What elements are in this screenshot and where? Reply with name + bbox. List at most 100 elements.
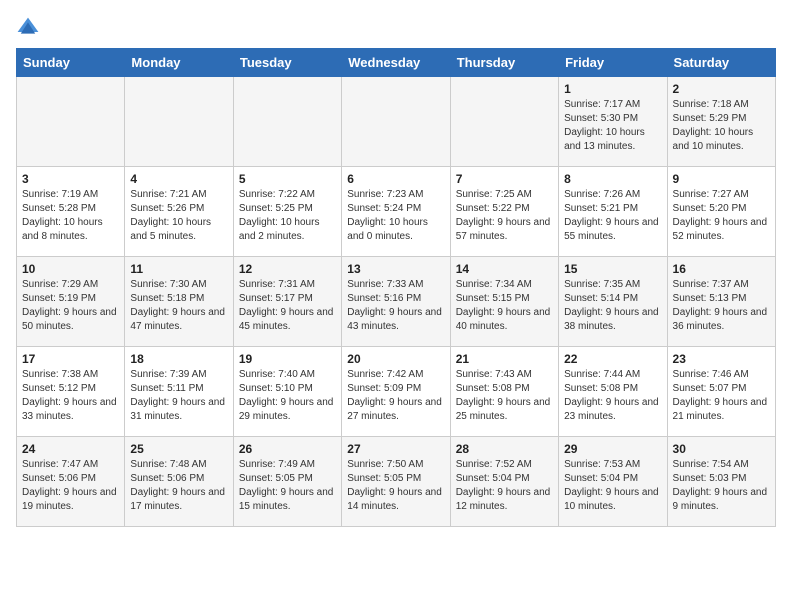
- calendar-cell: 22 Sunrise: 7:44 AM Sunset: 5:08 PM Dayli…: [559, 347, 667, 437]
- calendar-table: SundayMondayTuesdayWednesdayThursdayFrid…: [16, 48, 776, 527]
- calendar-cell: 12 Sunrise: 7:31 AM Sunset: 5:17 PM Dayli…: [233, 257, 341, 347]
- day-info: Sunrise: 7:53 AM Sunset: 5:04 PM Dayligh…: [564, 458, 661, 514]
- day-number: 9: [673, 172, 770, 186]
- weekday-header-friday: Friday: [559, 49, 667, 77]
- calendar-cell: 10 Sunrise: 7:29 AM Sunset: 5:19 PM Dayli…: [17, 257, 125, 347]
- calendar-cell: 19Sunrise: 7:40 AM Sunset: 5:10 PM Dayli…: [233, 347, 341, 437]
- day-info: Sunrise: 7:44 AM Sunset: 5:08 PM Dayligh…: [564, 368, 661, 424]
- day-number: 10: [22, 262, 119, 276]
- calendar-cell: 28 Sunrise: 7:52 AM Sunset: 5:04 PM Dayli…: [450, 437, 558, 527]
- day-number: 28: [456, 442, 553, 456]
- day-info: Sunrise: 7:30 AM Sunset: 5:18 PM Dayligh…: [130, 278, 227, 334]
- calendar-cell: [125, 77, 233, 167]
- day-number: 16: [673, 262, 770, 276]
- calendar-cell: [450, 77, 558, 167]
- day-info: Sunrise: 7:49 AM Sunset: 5:05 PM Dayligh…: [239, 458, 336, 514]
- day-number: 13: [347, 262, 444, 276]
- day-info: Sunrise: 7:22 AM Sunset: 5:25 PM Dayligh…: [239, 188, 336, 244]
- calendar-cell: 24 Sunrise: 7:47 AM Sunset: 5:06 PM Dayli…: [17, 437, 125, 527]
- weekday-header-sunday: Sunday: [17, 49, 125, 77]
- day-info: Sunrise: 7:34 AM Sunset: 5:15 PM Dayligh…: [456, 278, 553, 334]
- day-info: Sunrise: 7:39 AM Sunset: 5:11 PM Dayligh…: [130, 368, 227, 424]
- day-info: Sunrise: 7:54 AM Sunset: 5:03 PM Dayligh…: [673, 458, 770, 514]
- day-info: Sunrise: 7:46 AM Sunset: 5:07 PM Dayligh…: [673, 368, 770, 424]
- day-info: Sunrise: 7:35 AM Sunset: 5:14 PM Dayligh…: [564, 278, 661, 334]
- day-number: 17: [22, 352, 119, 366]
- day-info: Sunrise: 7:42 AM Sunset: 5:09 PM Dayligh…: [347, 368, 444, 424]
- calendar-cell: 13 Sunrise: 7:33 AM Sunset: 5:16 PM Dayli…: [342, 257, 450, 347]
- logo: [16, 16, 44, 40]
- day-number: 18: [130, 352, 227, 366]
- day-info: Sunrise: 7:50 AM Sunset: 5:05 PM Dayligh…: [347, 458, 444, 514]
- day-info: Sunrise: 7:26 AM Sunset: 5:21 PM Dayligh…: [564, 188, 661, 244]
- calendar-cell: 18 Sunrise: 7:39 AM Sunset: 5:11 PM Dayli…: [125, 347, 233, 437]
- weekday-header-saturday: Saturday: [667, 49, 775, 77]
- day-number: 4: [130, 172, 227, 186]
- calendar-cell: 7 Sunrise: 7:25 AM Sunset: 5:22 PM Daylig…: [450, 167, 558, 257]
- day-info: Sunrise: 7:23 AM Sunset: 5:24 PM Dayligh…: [347, 188, 444, 244]
- calendar-cell: 11 Sunrise: 7:30 AM Sunset: 5:18 PM Dayli…: [125, 257, 233, 347]
- calendar-cell: 8 Sunrise: 7:26 AM Sunset: 5:21 PM Daylig…: [559, 167, 667, 257]
- day-info: Sunrise: 7:48 AM Sunset: 5:06 PM Dayligh…: [130, 458, 227, 514]
- day-number: 25: [130, 442, 227, 456]
- day-info: Sunrise: 7:31 AM Sunset: 5:17 PM Dayligh…: [239, 278, 336, 334]
- day-info: Sunrise: 7:17 AM Sunset: 5:30 PM Dayligh…: [564, 98, 661, 154]
- calendar-cell: 27 Sunrise: 7:50 AM Sunset: 5:05 PM Dayli…: [342, 437, 450, 527]
- day-number: 7: [456, 172, 553, 186]
- day-number: 1: [564, 82, 661, 96]
- day-info: Sunrise: 7:27 AM Sunset: 5:20 PM Dayligh…: [673, 188, 770, 244]
- weekday-header-monday: Monday: [125, 49, 233, 77]
- calendar-cell: [342, 77, 450, 167]
- day-info: Sunrise: 7:40 AM Sunset: 5:10 PM Dayligh…: [239, 368, 336, 424]
- day-number: 24: [22, 442, 119, 456]
- day-info: Sunrise: 7:47 AM Sunset: 5:06 PM Dayligh…: [22, 458, 119, 514]
- day-info: Sunrise: 7:18 AM Sunset: 5:29 PM Dayligh…: [673, 98, 770, 154]
- weekday-header-tuesday: Tuesday: [233, 49, 341, 77]
- day-number: 22: [564, 352, 661, 366]
- day-number: 15: [564, 262, 661, 276]
- calendar-cell: [233, 77, 341, 167]
- calendar-cell: [17, 77, 125, 167]
- day-number: 30: [673, 442, 770, 456]
- calendar-cell: 29 Sunrise: 7:53 AM Sunset: 5:04 PM Dayli…: [559, 437, 667, 527]
- calendar-cell: 26 Sunrise: 7:49 AM Sunset: 5:05 PM Dayli…: [233, 437, 341, 527]
- calendar-cell: 20 Sunrise: 7:42 AM Sunset: 5:09 PM Dayli…: [342, 347, 450, 437]
- day-info: Sunrise: 7:21 AM Sunset: 5:26 PM Dayligh…: [130, 188, 227, 244]
- day-info: Sunrise: 7:29 AM Sunset: 5:19 PM Dayligh…: [22, 278, 119, 334]
- day-number: 29: [564, 442, 661, 456]
- calendar-cell: 21 Sunrise: 7:43 AM Sunset: 5:08 PM Dayli…: [450, 347, 558, 437]
- day-info: Sunrise: 7:25 AM Sunset: 5:22 PM Dayligh…: [456, 188, 553, 244]
- calendar-cell: 4 Sunrise: 7:21 AM Sunset: 5:26 PM Daylig…: [125, 167, 233, 257]
- day-number: 20: [347, 352, 444, 366]
- calendar-cell: 2 Sunrise: 7:18 AM Sunset: 5:29 PM Daylig…: [667, 77, 775, 167]
- weekday-header-wednesday: Wednesday: [342, 49, 450, 77]
- day-info: Sunrise: 7:19 AM Sunset: 5:28 PM Dayligh…: [22, 188, 119, 244]
- calendar-cell: 1 Sunrise: 7:17 AM Sunset: 5:30 PM Daylig…: [559, 77, 667, 167]
- calendar-cell: 16 Sunrise: 7:37 AM Sunset: 5:13 PM Dayli…: [667, 257, 775, 347]
- calendar-cell: 3 Sunrise: 7:19 AM Sunset: 5:28 PM Daylig…: [17, 167, 125, 257]
- calendar-cell: 5 Sunrise: 7:22 AM Sunset: 5:25 PM Daylig…: [233, 167, 341, 257]
- day-number: 21: [456, 352, 553, 366]
- weekday-header-thursday: Thursday: [450, 49, 558, 77]
- day-info: Sunrise: 7:33 AM Sunset: 5:16 PM Dayligh…: [347, 278, 444, 334]
- day-info: Sunrise: 7:37 AM Sunset: 5:13 PM Dayligh…: [673, 278, 770, 334]
- day-number: 12: [239, 262, 336, 276]
- day-number: 26: [239, 442, 336, 456]
- page-header: [16, 16, 776, 40]
- day-info: Sunrise: 7:38 AM Sunset: 5:12 PM Dayligh…: [22, 368, 119, 424]
- day-number: 5: [239, 172, 336, 186]
- calendar-cell: 23 Sunrise: 7:46 AM Sunset: 5:07 PM Dayli…: [667, 347, 775, 437]
- day-info: Sunrise: 7:43 AM Sunset: 5:08 PM Dayligh…: [456, 368, 553, 424]
- day-number: 23: [673, 352, 770, 366]
- day-number: 3: [22, 172, 119, 186]
- day-number: 11: [130, 262, 227, 276]
- day-number: 27: [347, 442, 444, 456]
- calendar-cell: 6Sunrise: 7:23 AM Sunset: 5:24 PM Daylig…: [342, 167, 450, 257]
- calendar-cell: 25 Sunrise: 7:48 AM Sunset: 5:06 PM Dayli…: [125, 437, 233, 527]
- logo-icon: [16, 16, 40, 40]
- calendar-cell: 17 Sunrise: 7:38 AM Sunset: 5:12 PM Dayli…: [17, 347, 125, 437]
- day-info: Sunrise: 7:52 AM Sunset: 5:04 PM Dayligh…: [456, 458, 553, 514]
- day-number: 8: [564, 172, 661, 186]
- day-number: 14: [456, 262, 553, 276]
- day-number: 2: [673, 82, 770, 96]
